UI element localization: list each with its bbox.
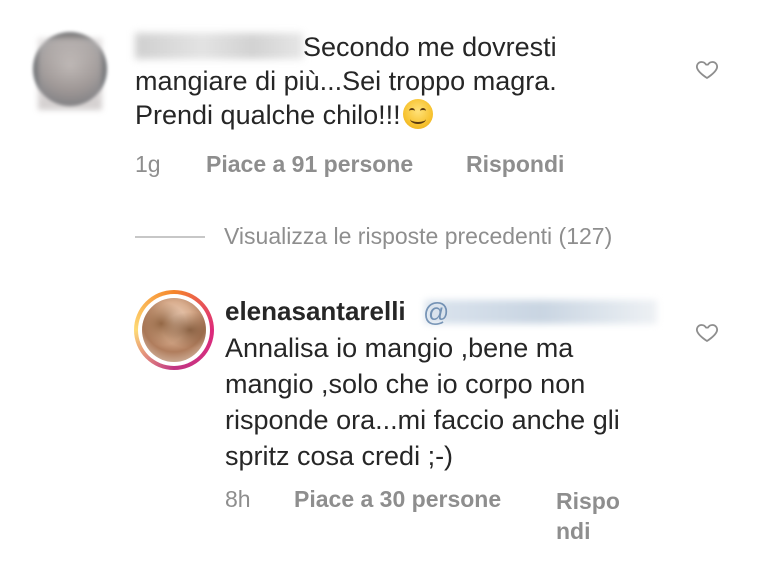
reply-line-2: mangio ,solo che io corpo non bbox=[225, 369, 586, 399]
avatar-photo-detail bbox=[142, 298, 206, 362]
reply-username[interactable]: elenasantarelli bbox=[225, 296, 406, 327]
view-previous-replies-link[interactable]: Visualizza le risposte precedenti (127) bbox=[224, 223, 612, 250]
mention-at-sign: @ bbox=[423, 297, 450, 327]
reply-line-1: Annalisa io mangio ,bene ma bbox=[225, 333, 574, 363]
avatar-blur-overlay bbox=[38, 38, 102, 110]
comment-likes-link[interactable]: Piace a 91 persone bbox=[206, 151, 413, 178]
blurred-mention bbox=[425, 300, 657, 324]
reply-button[interactable]: Rispondi bbox=[466, 151, 564, 178]
reply-likes-link[interactable]: Piace a 30 persone bbox=[294, 486, 501, 513]
reply-time: 8h bbox=[225, 486, 251, 512]
smiling-face-icon bbox=[402, 99, 433, 129]
comment-time: 1g bbox=[135, 151, 161, 177]
comment-line-1: Secondo me dovresti bbox=[303, 32, 557, 62]
reply-label-part-2: ndi bbox=[556, 518, 591, 544]
like-heart-icon[interactable] bbox=[695, 57, 719, 81]
comment-line-2: mangiare di più...Sei troppo magra. bbox=[135, 66, 557, 96]
reply-line-4: spritz cosa credi ;-) bbox=[225, 441, 454, 471]
comment-text: Secondo me dovresti mangiare di più...Se… bbox=[135, 30, 655, 132]
reply-line-3: risponde ora...mi faccio anche gli bbox=[225, 405, 620, 435]
reply-label-part-1: Rispo bbox=[556, 488, 620, 514]
comment-line-3: Prendi qualche chilo!!! bbox=[135, 100, 401, 130]
reply-like-heart-icon[interactable] bbox=[695, 320, 719, 344]
replies-divider bbox=[135, 236, 205, 238]
reply-text: Annalisa io mangio ,bene ma mangio ,solo… bbox=[225, 330, 665, 474]
reply-reply-button[interactable]: Rispo ndi bbox=[556, 486, 620, 546]
reply-avatar[interactable] bbox=[142, 298, 206, 362]
